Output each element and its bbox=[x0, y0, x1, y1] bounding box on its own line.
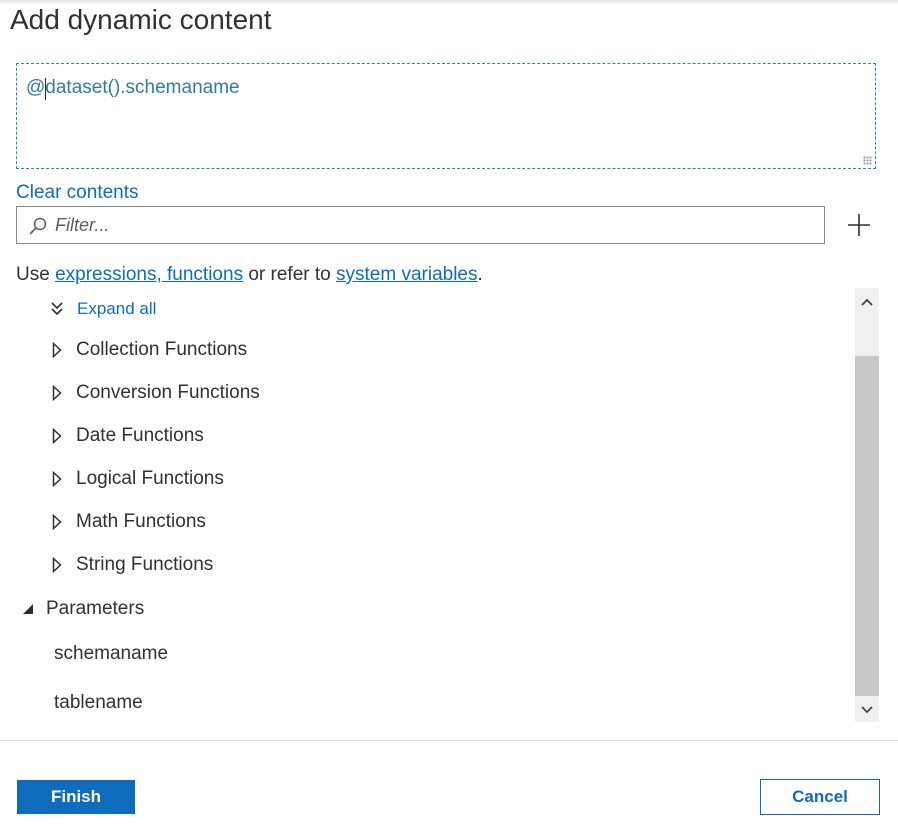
tree-item-label: Date Functions bbox=[76, 425, 204, 446]
filter-box[interactable] bbox=[16, 206, 825, 244]
text-caret bbox=[45, 78, 46, 100]
expand-all-button[interactable]: Expand all bbox=[50, 298, 156, 320]
parameter-item-schemaname[interactable]: schemaname bbox=[54, 643, 168, 665]
resize-grip-icon[interactable] bbox=[863, 156, 872, 165]
parameter-item-tablename[interactable]: tablename bbox=[54, 692, 143, 714]
filter-input[interactable] bbox=[55, 211, 815, 239]
scroll-up-button[interactable] bbox=[855, 290, 879, 314]
footer-divider bbox=[0, 740, 898, 741]
tree-item-label: Collection Functions bbox=[76, 339, 248, 360]
expression-text[interactable]: @dataset().schemaname bbox=[26, 77, 240, 99]
search-icon bbox=[29, 217, 47, 235]
parameters-label: Parameters bbox=[46, 598, 145, 619]
clear-contents-link[interactable]: Clear contents bbox=[16, 182, 139, 204]
tree-item-label: Math Functions bbox=[76, 511, 206, 532]
tree-item-conversion-functions[interactable]: Conversion Functions bbox=[52, 379, 260, 407]
tree-item-date-functions[interactable]: Date Functions bbox=[52, 422, 204, 450]
caret-right-icon bbox=[52, 471, 62, 487]
hint-suffix: . bbox=[477, 264, 483, 285]
double-chevron-down-icon bbox=[51, 302, 63, 316]
chevron-up-icon bbox=[861, 298, 873, 306]
caret-right-icon bbox=[52, 514, 62, 530]
tree-item-label: String Functions bbox=[76, 554, 214, 575]
vertical-scrollbar[interactable] bbox=[855, 288, 879, 722]
caret-right-icon bbox=[52, 385, 62, 401]
tree-item-collection-functions[interactable]: Collection Functions bbox=[52, 336, 247, 364]
scroll-down-button[interactable] bbox=[855, 698, 879, 722]
tree-item-parameters[interactable]: Parameters bbox=[22, 595, 144, 623]
cancel-button[interactable]: Cancel bbox=[760, 779, 880, 815]
tree-item-label: Conversion Functions bbox=[76, 382, 260, 403]
expression-editor[interactable]: @dataset().schemaname bbox=[16, 63, 876, 169]
finish-button[interactable]: Finish bbox=[17, 780, 135, 814]
hint-middle: or refer to bbox=[243, 264, 336, 285]
tree-item-string-functions[interactable]: String Functions bbox=[52, 551, 213, 579]
plus-icon[interactable] bbox=[846, 212, 872, 238]
expand-all-label: Expand all bbox=[77, 299, 157, 318]
hint-text: Use expressions, functions or refer to s… bbox=[16, 264, 483, 286]
tree-item-label: Logical Functions bbox=[76, 468, 224, 489]
system-variables-link[interactable]: system variables bbox=[336, 264, 478, 285]
caret-expanded-icon bbox=[23, 604, 33, 614]
caret-right-icon bbox=[52, 428, 62, 444]
scrollbar-thumb[interactable] bbox=[855, 356, 879, 696]
dialog-title: Add dynamic content bbox=[10, 4, 272, 35]
caret-right-icon bbox=[52, 342, 62, 358]
expressions-functions-link[interactable]: expressions, functions bbox=[55, 264, 243, 285]
caret-right-icon bbox=[52, 557, 62, 573]
chevron-down-icon bbox=[861, 706, 873, 714]
tree-item-math-functions[interactable]: Math Functions bbox=[52, 508, 206, 536]
hint-prefix: Use bbox=[16, 264, 56, 285]
tree-item-logical-functions[interactable]: Logical Functions bbox=[52, 465, 224, 493]
